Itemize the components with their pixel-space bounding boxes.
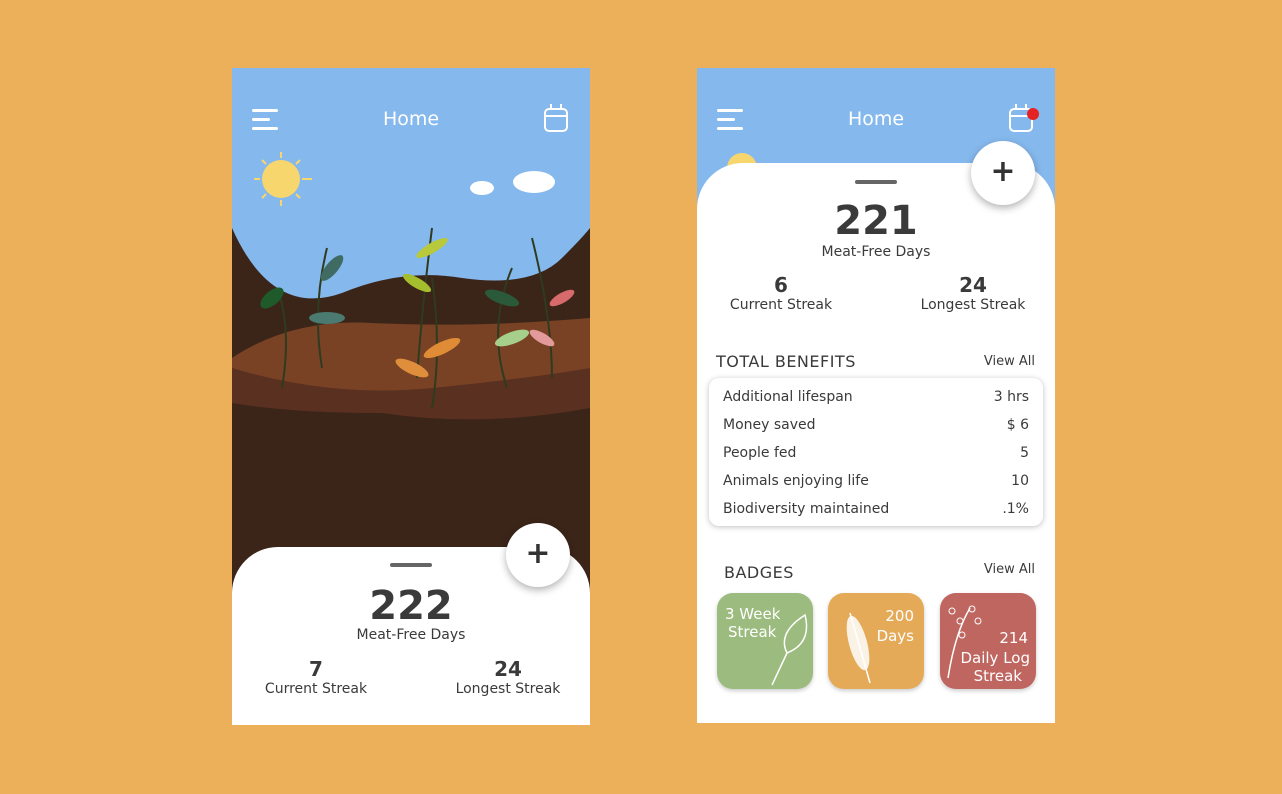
longest-streak-value: 24 — [959, 273, 987, 297]
meat-free-days-label: Meat-Free Days — [356, 627, 466, 643]
header: Home — [232, 104, 590, 136]
badge-214-daily-log-streak[interactable]: 214 Daily Log Streak — [940, 593, 1036, 689]
add-button[interactable]: + — [971, 141, 1035, 205]
calendar-icon[interactable] — [1009, 104, 1039, 132]
current-streak-label: Current Streak — [729, 297, 833, 313]
benefit-label: Animals enjoying life — [723, 473, 869, 489]
benefit-row: Biodiversity maintained .1% — [723, 498, 1029, 526]
page-title: Home — [382, 108, 440, 130]
benefits-heading: TOTAL BENEFITS — [716, 352, 856, 371]
benefit-value: 3 hrs — [993, 389, 1029, 405]
badges-view-all-link[interactable]: View All — [984, 562, 1035, 577]
longest-streak-label: Longest Streak — [920, 297, 1026, 313]
feather-icon — [846, 612, 871, 684]
benefit-value: 5 — [1020, 445, 1029, 461]
drag-handle[interactable] — [855, 180, 897, 184]
notification-dot — [1027, 108, 1039, 120]
benefit-row: People fed 5 — [723, 442, 1029, 470]
sun-icon — [254, 152, 312, 206]
clouds — [470, 171, 555, 195]
badge-200-days[interactable]: 200 Days — [828, 593, 924, 689]
current-streak-label: Current Streak — [264, 681, 368, 697]
berry-branch-icon — [947, 605, 982, 679]
benefits-view-all-link[interactable]: View All — [984, 354, 1035, 369]
badge-3-week-streak[interactable]: 3 Week Streak — [717, 593, 813, 689]
header: Home — [697, 104, 1055, 136]
add-button[interactable]: + — [506, 523, 570, 587]
benefit-row: Money saved $ 6 — [723, 414, 1029, 442]
benefits-card: Additional lifespan 3 hrs Money saved $ 6 Pe… — [709, 378, 1043, 526]
current-streak-value: 7 — [309, 657, 323, 681]
benefit-value: 10 — [1011, 473, 1029, 489]
benefit-label: Additional lifespan — [723, 389, 853, 405]
benefit-row: Additional lifespan 3 hrs — [723, 386, 1029, 414]
home-screen-details: Home 221 Meat-Free Days 6 Current Streak … — [697, 68, 1055, 723]
longest-streak: 24 Longest Streak — [898, 273, 1048, 313]
benefit-value: $ 6 — [1006, 417, 1029, 433]
leaf-icon — [771, 613, 808, 686]
longest-streak: 24 Longest Streak — [433, 657, 583, 697]
badges-heading: BADGES — [724, 563, 794, 582]
benefit-label: People fed — [723, 445, 797, 461]
home-screen-garden: Home 222 Meat-Free Days 7 Current Streak … — [232, 68, 590, 725]
current-streak-value: 6 — [774, 273, 788, 297]
drag-handle[interactable] — [390, 563, 432, 567]
longest-streak-label: Longest Streak — [455, 681, 561, 697]
calendar-icon[interactable] — [544, 104, 568, 132]
benefit-label: Biodiversity maintained — [723, 501, 890, 517]
benefit-value: .1% — [1002, 501, 1029, 517]
benefit-row: Animals enjoying life 10 — [723, 470, 1029, 498]
benefit-label: Money saved — [723, 417, 816, 433]
meat-free-days-label: Meat-Free Days — [821, 244, 931, 260]
meat-free-days-count: 222 — [369, 583, 453, 629]
longest-streak-value: 24 — [494, 657, 522, 681]
current-streak: 6 Current Streak — [706, 273, 856, 313]
current-streak: 7 Current Streak — [241, 657, 391, 697]
page-title: Home — [847, 108, 905, 130]
